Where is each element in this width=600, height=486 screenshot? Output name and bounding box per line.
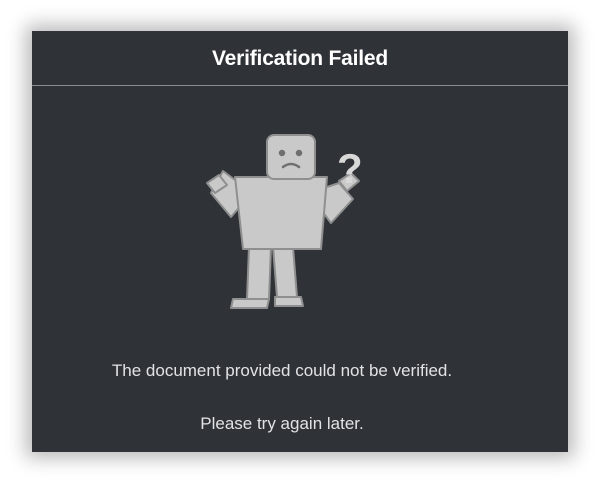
header-divider (32, 85, 568, 86)
dialog-header: Verification Failed (32, 31, 568, 85)
confused-character-icon: ? (187, 119, 377, 319)
retry-message: Please try again later. (200, 414, 364, 433)
svg-text:?: ? (337, 145, 363, 192)
verification-message: The document provided could not be verif… (111, 361, 453, 380)
dialog-title: Verification Failed (212, 47, 388, 70)
verification-failed-dialog: Verification Failed ? The document provi… (32, 31, 568, 452)
